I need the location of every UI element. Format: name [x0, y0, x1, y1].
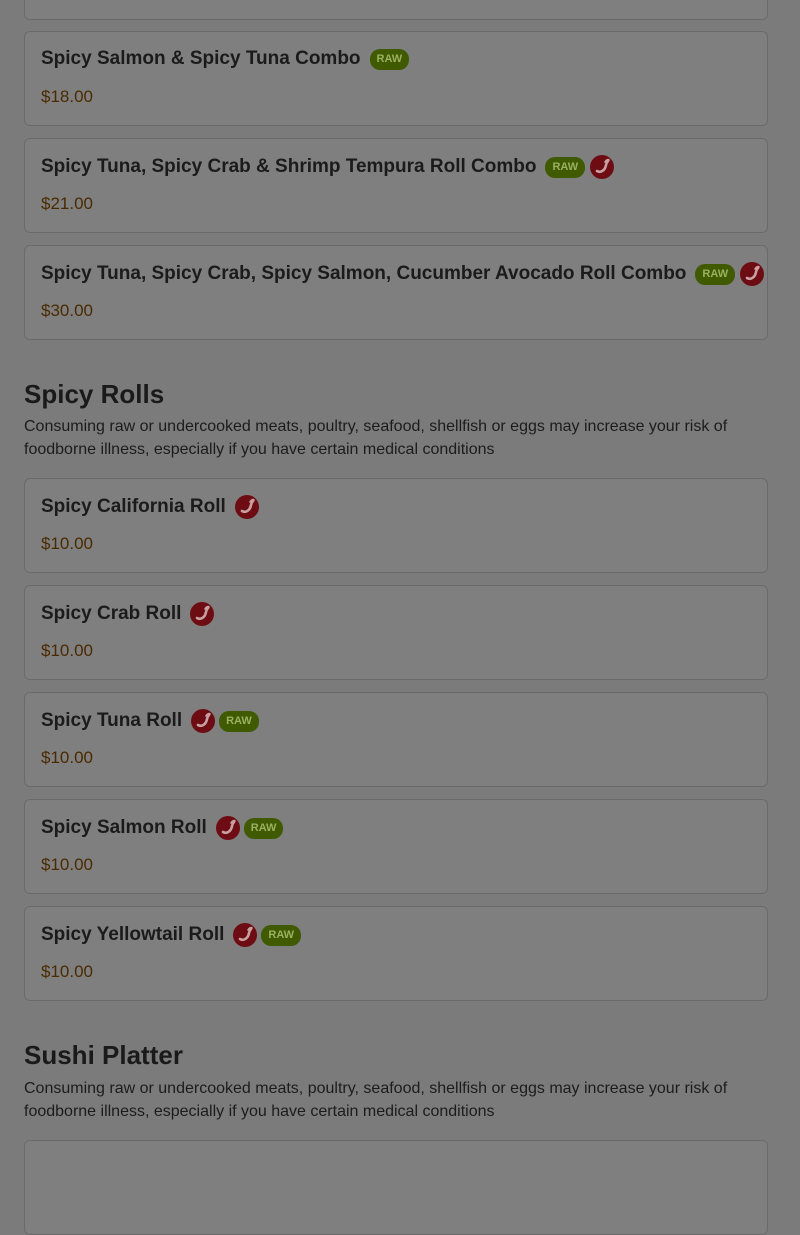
section-title: Sushi Platter [24, 1040, 183, 1070]
raw-badge: RAW [261, 924, 302, 946]
menu-item-name-row: Spicy Tuna Roll RAW [41, 709, 259, 733]
menu-item-price: $30.00 [41, 301, 93, 320]
chili-pepper-icon [215, 816, 240, 840]
menu-item-name-row: Spicy Salmon & Spicy Tuna Combo RAW [41, 48, 410, 70]
menu-item-card[interactable]: Spicy Salmon & Spicy Tuna Combo RAW $18.… [24, 31, 768, 126]
chili-pepper-icon [590, 155, 615, 179]
menu-item-price: $10.00 [41, 641, 93, 660]
chili-pepper-icon [190, 602, 215, 626]
menu-item-card[interactable] [24, 0, 768, 20]
section-description: Consuming raw or undercooked meats, poul… [24, 1080, 728, 1120]
menu-item-card[interactable]: Spicy Crab Roll $10.00 [24, 585, 768, 680]
menu-item-price: $21.00 [41, 194, 93, 213]
menu-item-name: Spicy Salmon & Spicy Tuna Combo [41, 48, 361, 69]
menu-item-name-row: Spicy Crab Roll [41, 602, 215, 626]
menu-item-name: Spicy Yellowtail Roll [41, 924, 225, 945]
menu-item-name: Spicy Crab Roll [41, 603, 182, 624]
raw-badge: RAW [695, 263, 736, 285]
chili-pepper-icon [233, 923, 258, 947]
menu-item-card[interactable]: Spicy Tuna, Spicy Crab & Shrimp Tempura … [24, 138, 768, 233]
menu-item-card[interactable]: Spicy Yellowtail Roll RAW $10.00 [24, 906, 768, 1001]
menu-item-card[interactable]: Spicy Salmon Roll RAW $10.00 [24, 799, 768, 894]
menu-item-name-row: Spicy Yellowtail Roll RAW [41, 923, 302, 947]
raw-badge: RAW [369, 48, 410, 70]
menu-item-name: Spicy Salmon Roll [41, 817, 207, 838]
menu-item-price: $10.00 [41, 748, 93, 767]
menu-item-card[interactable]: Spicy Tuna Roll RAW $10.00 [24, 692, 768, 787]
menu-item-name: Spicy Tuna Roll [41, 710, 183, 731]
menu-item-price: $10.00 [41, 855, 93, 874]
menu-item-name-row: Spicy Tuna, Spicy Crab & Shrimp Tempura … [41, 155, 615, 179]
menu-item-card[interactable]: Spicy California Roll $10.00 [24, 478, 768, 573]
menu-item-name: Spicy Tuna, Spicy Crab & Shrimp Tempura … [41, 156, 537, 177]
section-description: Consuming raw or undercooked meats, poul… [24, 418, 728, 458]
section-title: Spicy Rolls [24, 379, 165, 409]
menu-item-name: Spicy California Roll [41, 496, 226, 517]
menu-item-name: Spicy Tuna, Spicy Crab, Spicy Salmon, Cu… [41, 263, 687, 284]
raw-badge: RAW [243, 817, 284, 839]
menu-item-price: $10.00 [41, 534, 93, 553]
raw-badge: RAW [545, 156, 586, 178]
menu-item-name-row: Spicy California Roll [41, 495, 259, 519]
menu-item-price: $10.00 [41, 962, 93, 981]
menu-item-card[interactable] [24, 1140, 768, 1235]
menu-item-name-row: Spicy Tuna, Spicy Crab, Spicy Salmon, Cu… [41, 262, 765, 286]
chili-pepper-icon [740, 262, 765, 286]
chili-pepper-icon [234, 495, 259, 519]
chili-pepper-icon [191, 709, 216, 733]
raw-badge: RAW [219, 710, 259, 732]
menu-item-price: $18.00 [41, 87, 93, 106]
menu-item-name-row: Spicy Salmon Roll RAW [41, 816, 284, 840]
menu-item-card[interactable]: Spicy Tuna, Spicy Crab, Spicy Salmon, Cu… [24, 245, 768, 340]
